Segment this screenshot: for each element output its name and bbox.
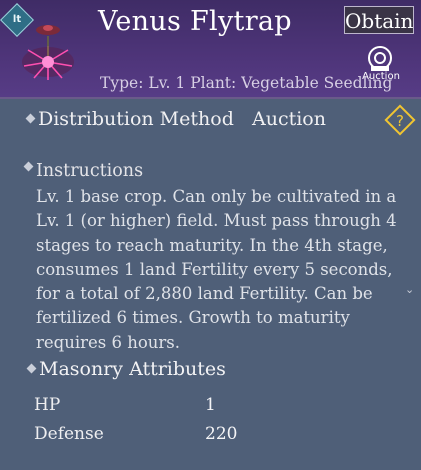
scroll-down-icon[interactable]: ⌄ bbox=[405, 283, 414, 296]
venus-flytrap-item-icon bbox=[22, 25, 74, 80]
bullet-icon bbox=[26, 363, 37, 374]
bullet-icon bbox=[23, 161, 34, 172]
obtain-button[interactable]: Obtain bbox=[344, 6, 414, 34]
attribute-value-hp: 1 bbox=[205, 395, 216, 415]
instructions-text: Lv. 1 base crop. Can only be cultivated … bbox=[36, 187, 397, 352]
attribute-value-defense: 220 bbox=[205, 424, 238, 444]
help-icon[interactable]: ? bbox=[384, 104, 416, 136]
attribute-label-hp: HP bbox=[34, 395, 61, 415]
svg-text:?: ? bbox=[396, 112, 404, 130]
distribution-label: Distribution Method bbox=[38, 108, 234, 130]
bullet-icon bbox=[25, 113, 36, 124]
instructions-title: Instructions bbox=[36, 161, 144, 181]
attribute-label-defense: Defense bbox=[34, 424, 104, 444]
distribution-value: Auction bbox=[252, 108, 326, 130]
attributes-title: Masonry Attributes bbox=[39, 358, 226, 380]
item-title: Venus Flytrap bbox=[98, 6, 292, 37]
item-header: lt Venus Flytrap Obtain Auction Type: Lv… bbox=[0, 0, 421, 99]
item-type: Type: Lv. 1 Plant: Vegetable Seedling bbox=[100, 74, 393, 92]
